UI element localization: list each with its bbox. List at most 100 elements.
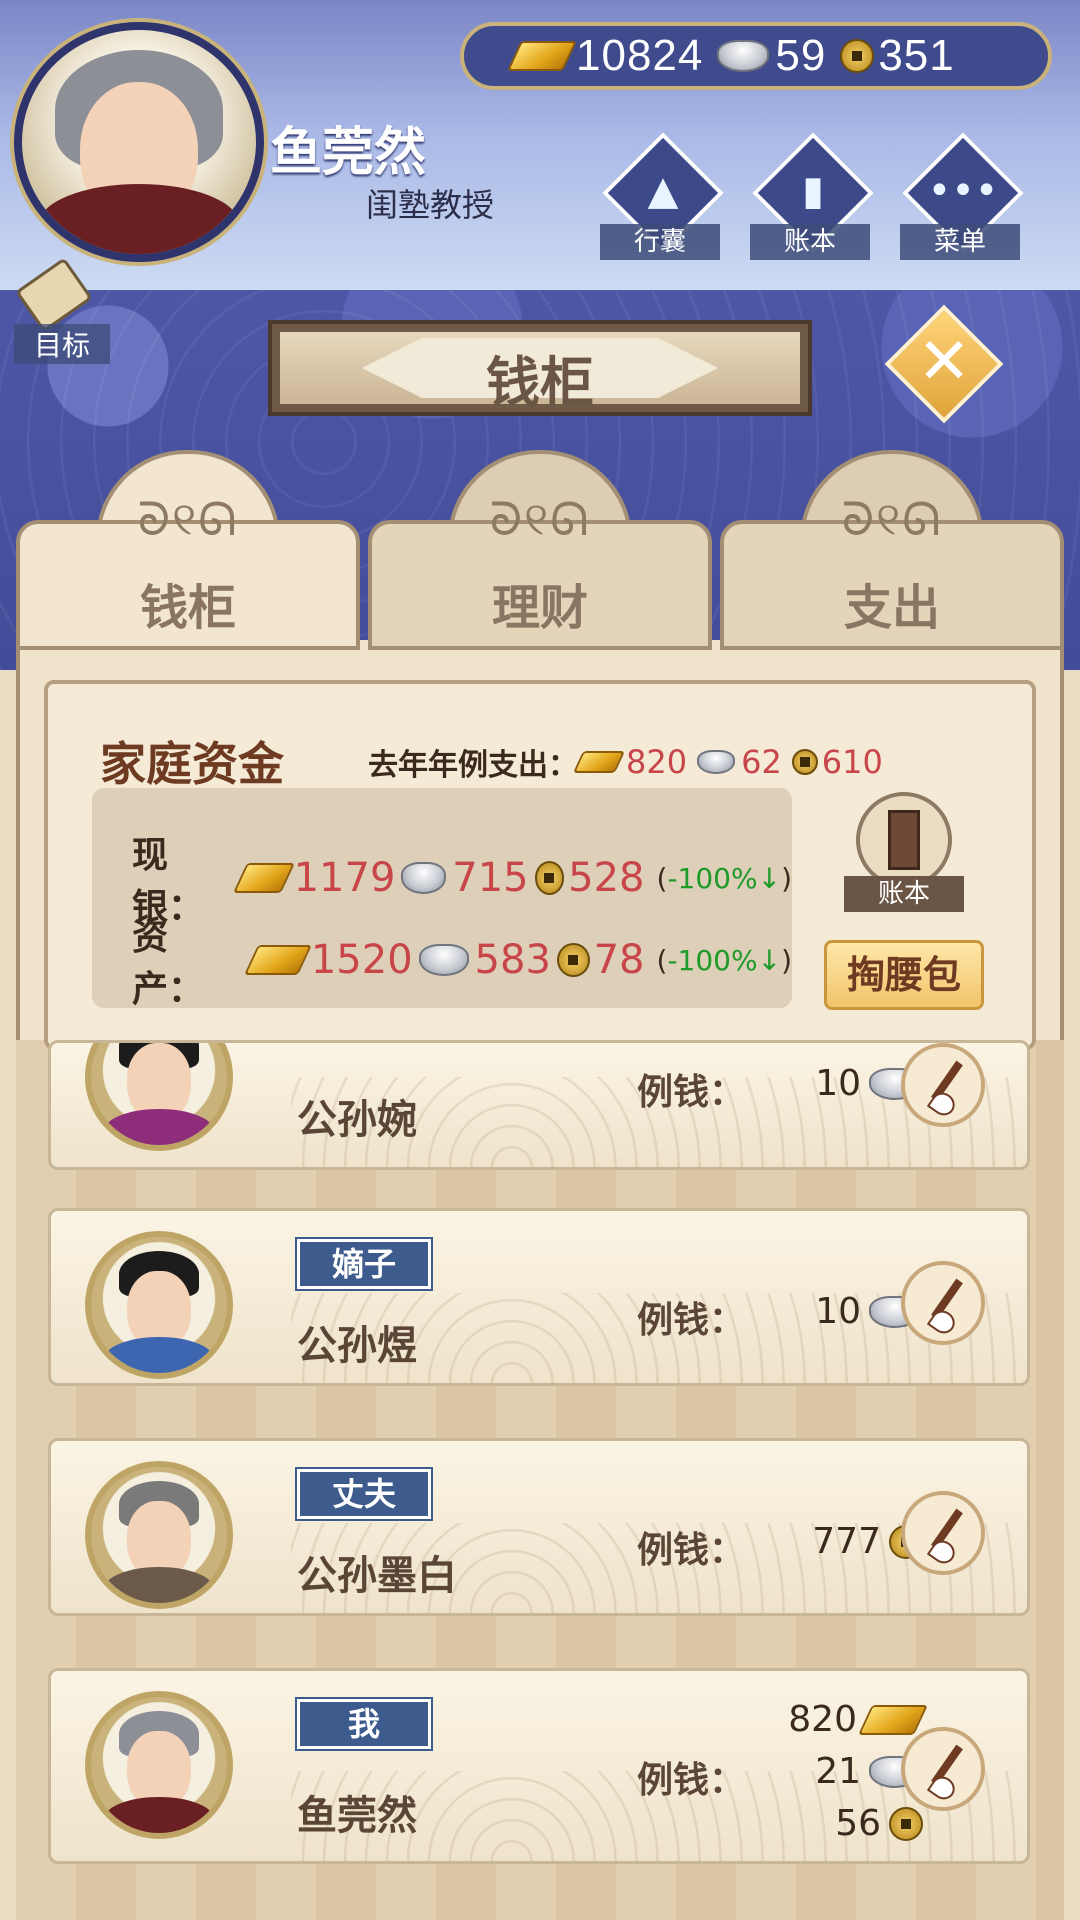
copper-resource: 351 <box>840 31 954 81</box>
member-portrait[interactable] <box>85 1043 233 1151</box>
panel-title: 钱柜 <box>486 351 594 414</box>
allowance-amount: 10 <box>815 1291 861 1332</box>
player-info: 鱼莞然 闺塾教授 <box>270 110 494 224</box>
silver-amount: 59 <box>775 31 827 80</box>
portrait-robe <box>104 1337 214 1373</box>
tab-label: 钱柜 <box>139 580 236 636</box>
brush-tip <box>926 1536 960 1568</box>
last-year-silver: 62 <box>741 743 782 781</box>
brush-tip <box>926 1306 960 1338</box>
silver-ingot-icon <box>401 862 447 894</box>
member-card: 丈夫 公孙墨白 例钱： 777 <box>48 1438 1030 1616</box>
gold-amount: 10824 <box>576 31 704 80</box>
cloud-swirl-icon: ᘐ୧ᘏ <box>489 492 591 546</box>
member-card: 嫡子 公孙煜 例钱： 10 <box>48 1208 1030 1386</box>
member-name: 公孙墨白 <box>297 1553 457 1599</box>
resource-bar: 10824 59 351 <box>460 22 1052 90</box>
assets-change: (-100%↓) <box>656 943 793 977</box>
copper-coin-icon <box>889 1806 923 1841</box>
portrait-robe <box>104 1797 214 1833</box>
assets-label: 资产： <box>132 917 205 1010</box>
last-year-expense: 去年年例支出： 820 62 610 <box>368 740 893 784</box>
assets-silver: 583 <box>474 937 551 983</box>
cash-silver: 715 <box>452 855 529 901</box>
book-icon <box>888 810 920 870</box>
edit-allowance-button[interactable] <box>901 1043 985 1127</box>
allowance-gold: 820 <box>777 1699 927 1740</box>
player-title: 闺塾教授 <box>366 186 495 224</box>
menu-glyph: ••• <box>927 168 999 214</box>
cash-copper: 528 <box>568 855 645 901</box>
tab-expenses[interactable]: ᘐ୧ᘏ 支出 <box>720 450 1064 650</box>
member-portrait[interactable] <box>85 1461 233 1609</box>
allowance-label: 例钱： <box>637 1072 746 1113</box>
allowance-amount: 820 <box>788 1699 857 1740</box>
member-card: 公孙婉 例钱： 10 <box>48 1040 1030 1170</box>
copper-coin-icon <box>791 749 818 775</box>
gold-ingot-icon <box>240 863 288 893</box>
fund-details: 现银： 1179 715 528 (-100%↓) 资产： 1520 583 7… <box>92 788 792 1010</box>
tab-money-chest[interactable]: ᘐ୧ᘏ 钱柜 <box>16 450 360 650</box>
cash-gold: 1179 <box>293 855 396 901</box>
member-card: 我 鱼莞然 例钱： 820 21 56 <box>48 1668 1030 1864</box>
account-book-button[interactable]: 账本 <box>844 792 964 912</box>
avatar-robe <box>39 184 239 254</box>
tab-label: 理财 <box>491 580 588 636</box>
ledger-button-label: 账本 <box>750 224 870 260</box>
assets-row: 资产： 1520 583 78 (-100%↓) <box>132 908 792 1012</box>
allowance-amount: 777 <box>812 1521 881 1562</box>
close-icon[interactable]: ✕ <box>902 320 986 404</box>
brush-tip <box>926 1088 960 1120</box>
cloud-swirl-icon: ᘐ୧ᘏ <box>841 492 943 546</box>
gold-ingot-icon <box>514 41 570 71</box>
member-name: 公孙煜 <box>297 1323 417 1369</box>
brush-tip <box>926 1772 960 1804</box>
assets-change-pct: -100% <box>667 943 758 977</box>
bundle-glyph: ▲ <box>647 168 679 214</box>
role-badge: 我 <box>295 1697 433 1751</box>
bag-button-label: 行囊 <box>600 224 720 260</box>
ledger-glyph: ▮ <box>801 168 824 214</box>
tab-label: 支出 <box>843 580 940 636</box>
gold-ingot-icon <box>251 945 305 975</box>
member-portrait[interactable] <box>85 1691 233 1839</box>
member-name: 公孙婉 <box>297 1097 417 1143</box>
assets-gold: 1520 <box>310 937 413 983</box>
bag-button[interactable]: ▲ 行囊 <box>600 132 724 260</box>
copper-coin-icon <box>556 943 590 977</box>
panel-title-plate: 钱柜 <box>268 320 812 416</box>
silver-ingot-icon <box>418 944 469 976</box>
allowance-copper: 56 <box>777 1803 927 1844</box>
role-badge: 嫡子 <box>295 1237 433 1291</box>
family-fund-box: 家庭资金 去年年例支出： 820 62 610 现银： 1179 715 528… <box>44 680 1036 1050</box>
ledger-button[interactable]: ▮ 账本 <box>750 132 874 260</box>
edit-allowance-button[interactable] <box>901 1261 985 1345</box>
allowance-amount: 21 <box>815 1751 861 1792</box>
allowance-amount: 56 <box>835 1803 881 1844</box>
cash-change-pct: -100% <box>667 861 758 895</box>
copper-coin-icon <box>534 861 565 895</box>
last-year-label: 去年年例支出： <box>368 748 578 783</box>
account-book-label: 账本 <box>844 876 964 912</box>
silver-ingot-icon <box>717 40 770 72</box>
menu-button[interactable]: ••• 菜单 <box>900 132 1024 260</box>
member-portrait[interactable] <box>85 1231 233 1379</box>
allowance-label: 例钱： <box>637 1300 746 1341</box>
last-year-copper: 610 <box>821 743 883 781</box>
player-name: 鱼莞然 <box>270 123 427 183</box>
goal-button[interactable]: 目标 <box>14 257 110 364</box>
copper-coin-icon <box>840 39 875 73</box>
tab-finance[interactable]: ᘐ୧ᘏ 理财 <box>368 450 712 650</box>
player-avatar[interactable] <box>14 22 264 262</box>
goal-label: 目标 <box>14 324 110 364</box>
down-arrow-icon: ↓ <box>757 943 782 977</box>
edit-allowance-button[interactable] <box>901 1727 985 1811</box>
allowance-amount: 10 <box>815 1063 861 1104</box>
pay-from-pocket-button[interactable]: 掏腰包 <box>824 940 984 1010</box>
edit-allowance-button[interactable] <box>901 1491 985 1575</box>
gold-resource: 10824 <box>514 31 703 81</box>
last-year-gold: 820 <box>626 743 688 781</box>
copper-amount: 351 <box>878 31 955 80</box>
gold-ingot-icon <box>865 1705 921 1735</box>
down-arrow-icon: ↓ <box>757 861 782 895</box>
